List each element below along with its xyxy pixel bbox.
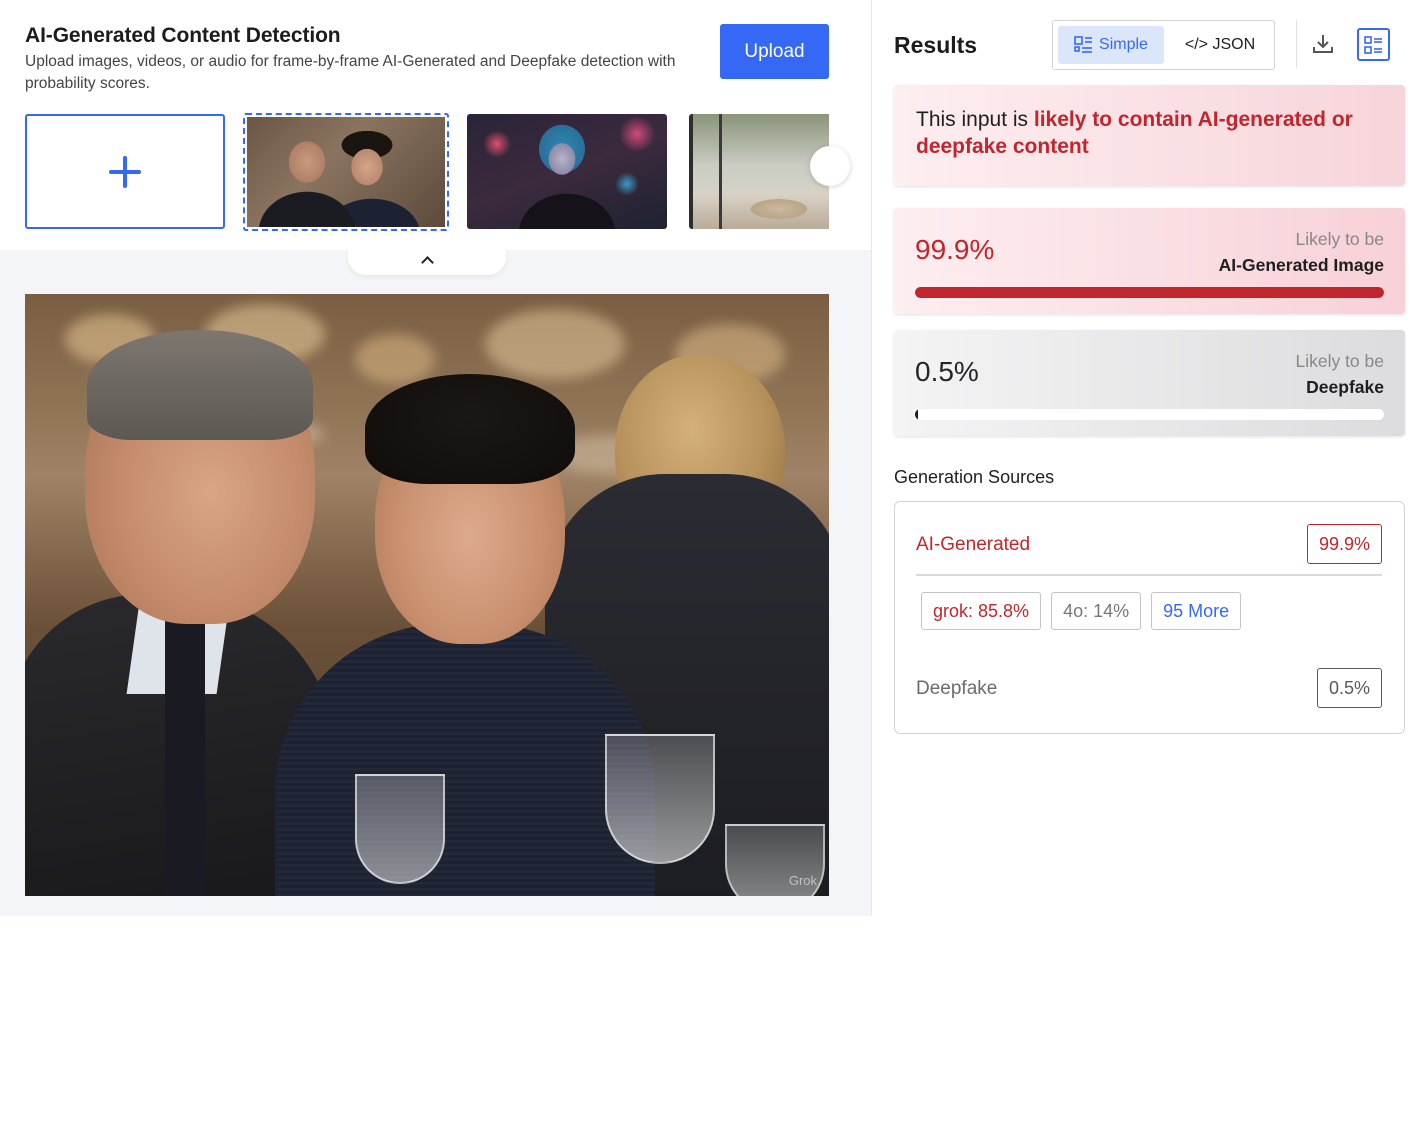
more-sources-button[interactable]: 95 More — [1151, 592, 1242, 630]
ai-generated-score-card: 99.9% Likely to be AI-Generated Image — [894, 208, 1405, 314]
view-toggle: Simple </> JSON — [1052, 20, 1275, 70]
thumbnail-selected[interactable] — [243, 113, 449, 231]
deepfake-percent: 0.5% — [915, 356, 979, 387]
upload-header: AI-Generated Content Detection Upload im… — [0, 0, 872, 250]
source-chip-4o: 4o: 14% — [1051, 592, 1142, 630]
deepfake-likely: Likely to be Deepfake — [1295, 348, 1384, 400]
list-view-icon — [1074, 36, 1093, 53]
thumbnail-next-button[interactable] — [810, 146, 850, 186]
image-preview: Grok — [25, 294, 829, 896]
thumbnail-item[interactable] — [689, 114, 829, 229]
generation-sources-box: AI-Generated 99.9% grok: 85.8% 4o: 14% 9… — [894, 501, 1405, 734]
toolbar-separator — [1296, 20, 1297, 68]
page-title: AI-Generated Content Detection — [25, 24, 341, 47]
ai-generated-likely: Likely to be AI-Generated Image — [1219, 226, 1384, 278]
ai-generated-progress-fill — [915, 287, 1384, 298]
plus-icon — [109, 155, 141, 188]
simple-view-tab[interactable]: Simple — [1058, 26, 1164, 64]
deepfake-score-card: 0.5% Likely to be Deepfake — [894, 330, 1405, 436]
ai-generated-progress-track — [915, 287, 1384, 298]
verdict-prefix: This input is — [916, 108, 1034, 131]
json-view-tab[interactable]: </> JSON — [1171, 26, 1269, 64]
deepfake-source-score: 0.5% — [1316, 668, 1382, 708]
generation-sources-title: Generation Sources — [894, 467, 1055, 487]
download-button[interactable] — [1307, 28, 1339, 60]
source-divider — [916, 574, 1382, 576]
collapse-thumbnails-button[interactable] — [348, 246, 506, 275]
thumbnail-item[interactable] — [467, 114, 667, 229]
likely-prefix: Likely to be — [1295, 229, 1384, 249]
deepfake-progress-track — [915, 409, 1384, 420]
thumbnail-image — [247, 117, 445, 227]
deepfake-source-label: Deepfake — [916, 678, 998, 699]
ai-generated-percent: 99.9% — [915, 234, 995, 265]
download-icon — [1313, 35, 1333, 53]
json-view-label: </> JSON — [1184, 36, 1256, 53]
ai-generated-source-label: AI-Generated — [916, 534, 1031, 555]
upload-panel: AI-Generated Content Detection Upload im… — [0, 0, 872, 916]
thumbnail-strip — [25, 113, 829, 231]
likely-prefix: Likely to be — [1295, 351, 1384, 371]
likely-label: Deepfake — [1306, 377, 1384, 397]
add-file-button[interactable] — [25, 114, 225, 229]
verdict-banner: This input is likely to contain AI-gener… — [894, 85, 1405, 186]
detail-view-button[interactable] — [1357, 28, 1390, 61]
source-chip-grok: grok: 85.8% — [921, 592, 1042, 630]
upload-button[interactable]: Upload — [720, 24, 829, 79]
results-title: Results — [894, 32, 978, 58]
page-subtitle: Upload images, videos, or audio for fram… — [25, 53, 676, 92]
deepfake-progress-fill — [915, 409, 918, 420]
ai-generated-source-score: 99.9% — [1306, 524, 1382, 564]
source-chips: grok: 85.8% 4o: 14% 95 More — [921, 592, 1242, 630]
results-panel: Results Simple </> JSON This input is li… — [872, 0, 1428, 916]
preview-watermark: Grok — [788, 873, 817, 888]
chevron-up-icon — [420, 256, 434, 269]
detail-view-icon — [1364, 35, 1382, 54]
simple-view-label: Simple — [1099, 36, 1148, 53]
likely-label: AI-Generated Image — [1218, 255, 1384, 275]
